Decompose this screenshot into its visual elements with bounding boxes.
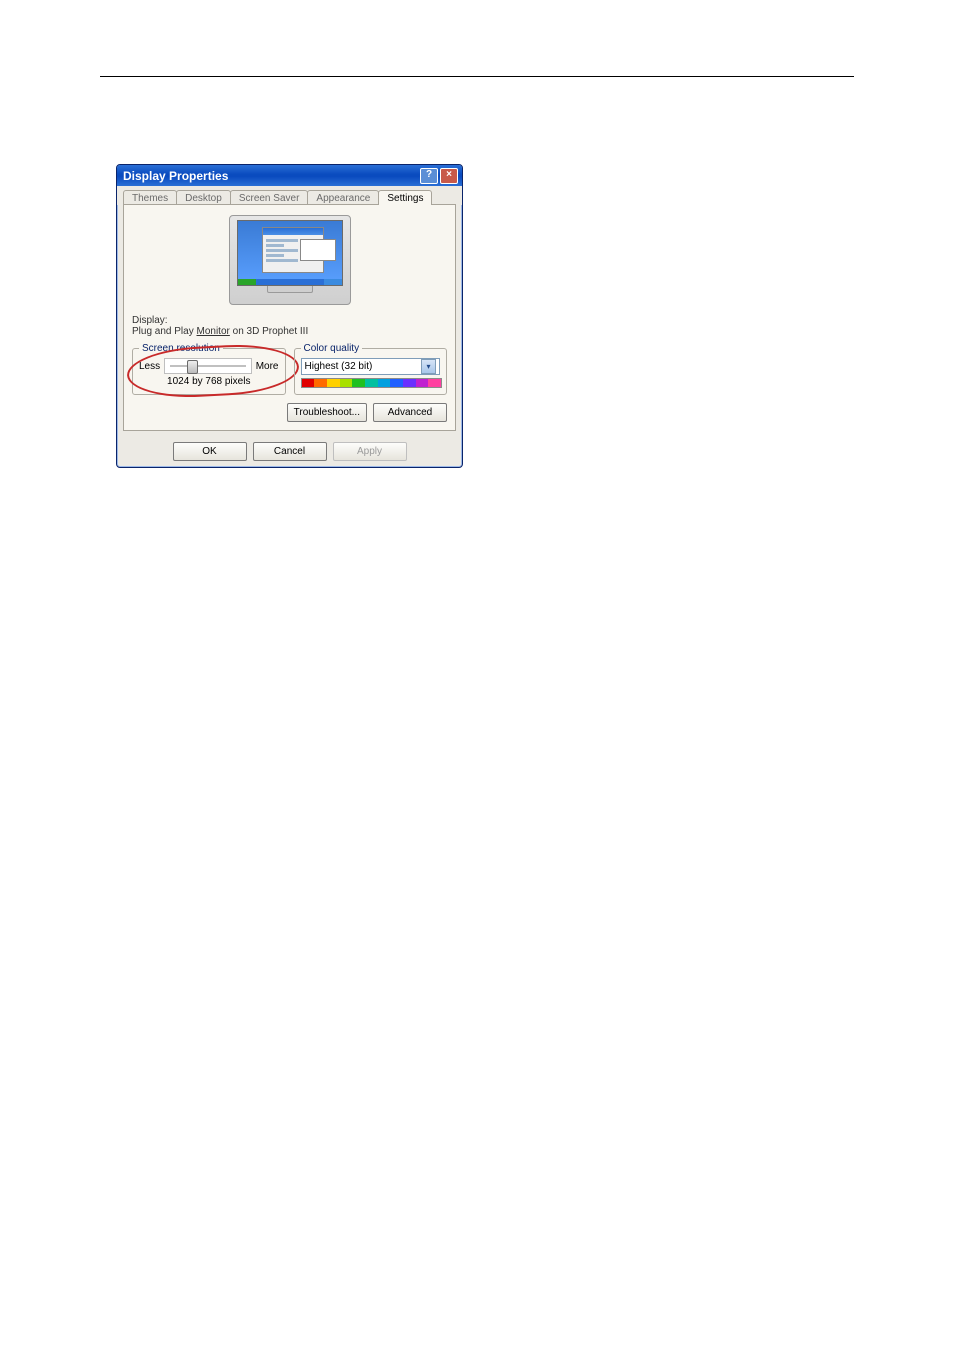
color-quality-select[interactable]: Highest (32 bit) ▾ bbox=[301, 358, 441, 375]
advanced-button[interactable]: Advanced bbox=[373, 403, 447, 422]
window-title: Display Properties bbox=[123, 169, 418, 183]
tab-screensaver[interactable]: Screen Saver bbox=[230, 190, 309, 205]
settings-groups: Screen resolution Less More 1024 by 768 … bbox=[132, 343, 447, 395]
help-button[interactable]: ? bbox=[420, 168, 438, 184]
monitor-screen bbox=[237, 220, 343, 286]
tab-strip: Themes Desktop Screen Saver Appearance S… bbox=[117, 186, 462, 205]
titlebar[interactable]: Display Properties ? × bbox=[117, 165, 462, 186]
apply-button: Apply bbox=[333, 442, 407, 461]
dialog-buttons: OK Cancel Apply bbox=[117, 438, 462, 467]
display-properties-dialog: Display Properties ? × Themes Desktop Sc… bbox=[116, 164, 463, 468]
resolution-slider-row: Less More bbox=[139, 358, 279, 374]
display-value-prefix: Plug and Play bbox=[132, 326, 197, 337]
color-quality-group: Color quality Highest (32 bit) ▾ bbox=[294, 343, 448, 395]
tab-desktop[interactable]: Desktop bbox=[176, 190, 231, 205]
resolution-value: 1024 by 768 pixels bbox=[139, 376, 279, 387]
resolution-slider[interactable] bbox=[164, 358, 252, 374]
color-quality-legend: Color quality bbox=[301, 343, 363, 354]
display-value: Plug and Play Monitor on 3D Prophet III bbox=[132, 326, 447, 337]
color-spectrum-bar bbox=[301, 378, 443, 388]
cancel-button[interactable]: Cancel bbox=[253, 442, 327, 461]
slider-less-label: Less bbox=[139, 361, 160, 372]
ok-button[interactable]: OK bbox=[173, 442, 247, 461]
display-value-suffix: on 3D Prophet III bbox=[230, 326, 308, 337]
page-header-rule bbox=[100, 76, 854, 77]
display-monitor-link[interactable]: Monitor bbox=[197, 326, 230, 337]
monitor-frame bbox=[229, 215, 351, 305]
color-quality-value: Highest (32 bit) bbox=[305, 361, 373, 372]
slider-more-label: More bbox=[256, 361, 279, 372]
preview-taskbar bbox=[238, 279, 342, 285]
close-button[interactable]: × bbox=[440, 168, 458, 184]
preview-subwindow bbox=[300, 239, 336, 261]
tab-appearance[interactable]: Appearance bbox=[307, 190, 379, 205]
settings-panel: Display: Plug and Play Monitor on 3D Pro… bbox=[123, 204, 456, 431]
screen-resolution-legend: Screen resolution bbox=[139, 343, 223, 354]
resolution-slider-thumb[interactable] bbox=[187, 360, 198, 374]
troubleshoot-button[interactable]: Troubleshoot... bbox=[287, 403, 367, 422]
panel-actions: Troubleshoot... Advanced bbox=[132, 403, 447, 422]
screen-resolution-group: Screen resolution Less More 1024 by 768 … bbox=[132, 343, 286, 395]
tab-themes[interactable]: Themes bbox=[123, 190, 177, 205]
display-label: Display: bbox=[132, 315, 447, 326]
monitor-preview bbox=[132, 211, 447, 311]
chevron-down-icon[interactable]: ▾ bbox=[421, 359, 436, 374]
tab-settings[interactable]: Settings bbox=[378, 190, 432, 205]
